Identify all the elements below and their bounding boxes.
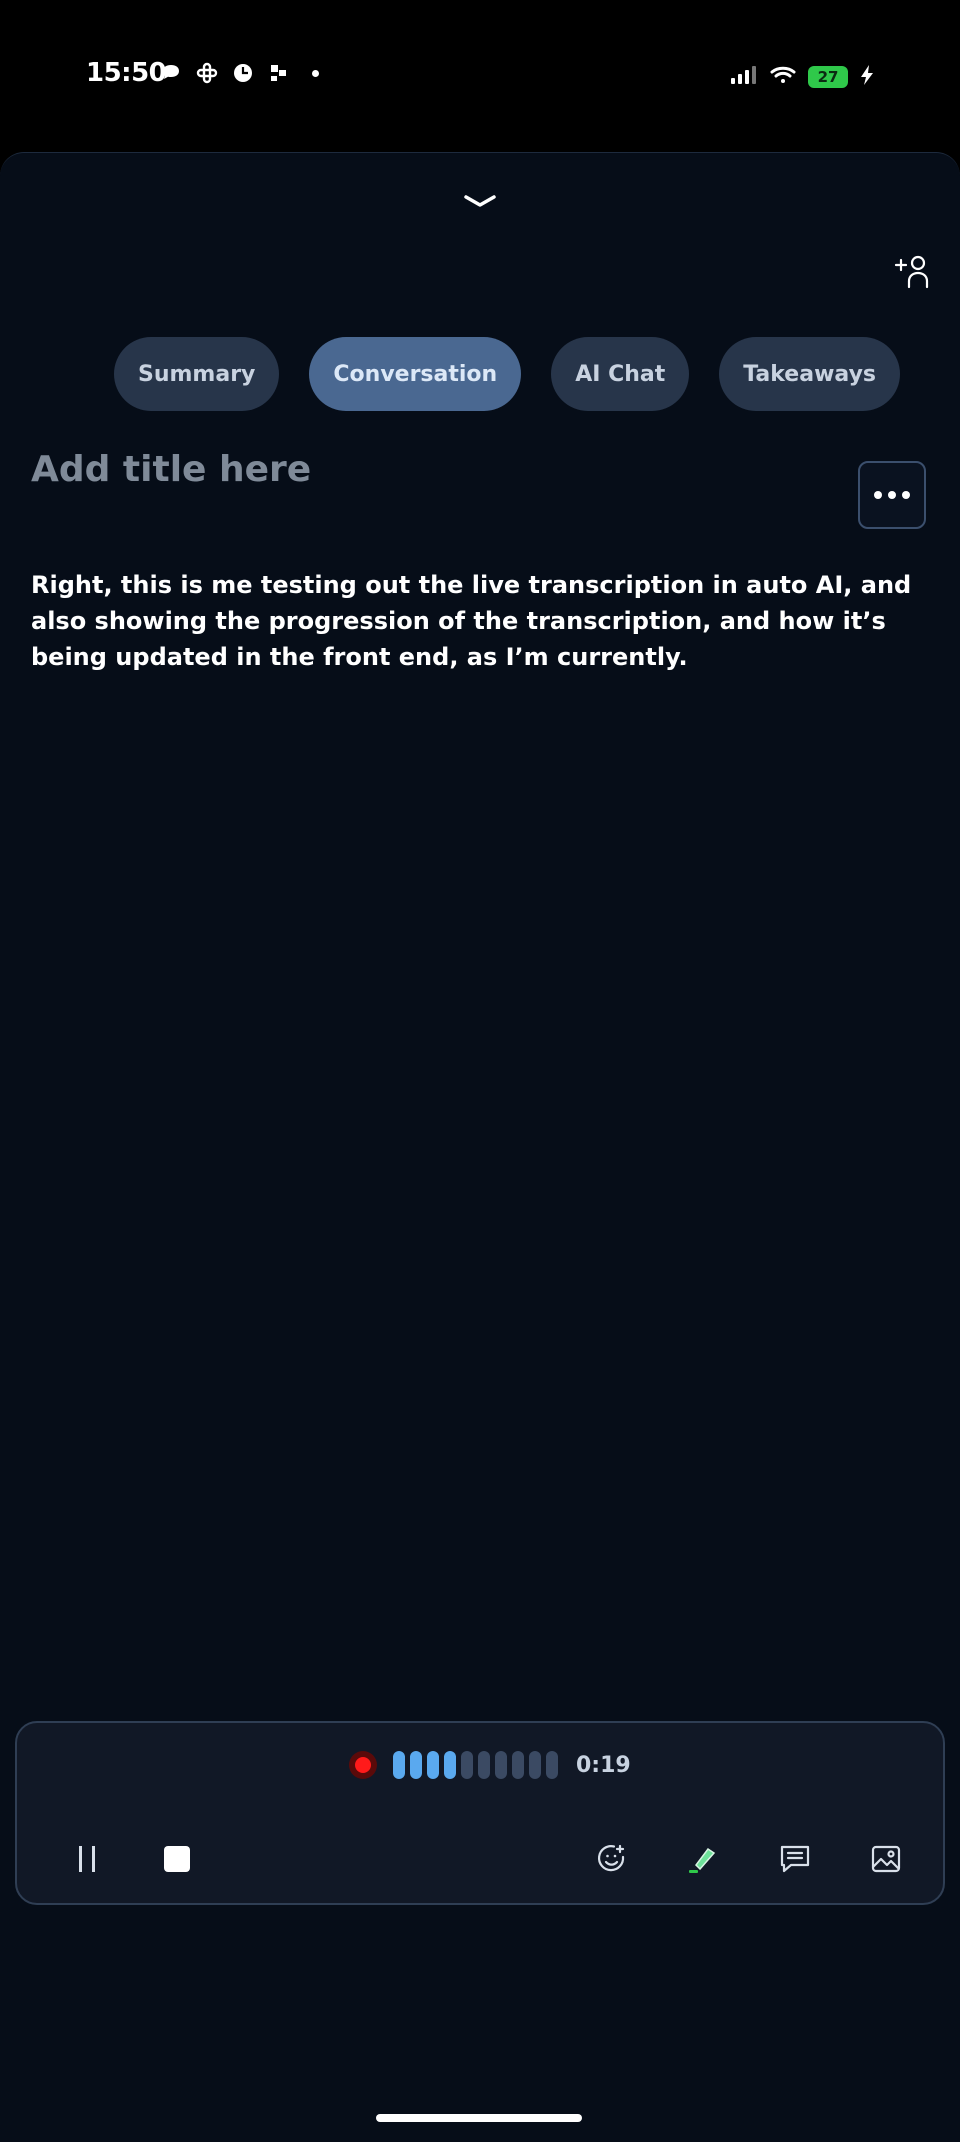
stop-icon[interactable] — [153, 1835, 201, 1883]
level-bar — [495, 1751, 507, 1779]
emoji-reaction-icon[interactable] — [588, 1835, 636, 1883]
add-image-icon[interactable] — [862, 1835, 910, 1883]
highlight-marker-icon[interactable] — [679, 1835, 727, 1883]
level-bar — [461, 1751, 473, 1779]
dot-icon — [312, 69, 319, 77]
tab-ai-chat[interactable]: AI Chat — [551, 337, 690, 411]
system-icons: 27 — [730, 64, 874, 90]
home-indicator[interactable] — [376, 2114, 582, 2122]
recorder-panel: 0:19 — [15, 1721, 945, 1905]
level-bar — [478, 1751, 490, 1779]
recording-indicator-icon — [349, 1751, 377, 1779]
app-icon — [268, 62, 290, 84]
level-bar — [393, 1751, 405, 1779]
comment-icon[interactable] — [771, 1835, 819, 1883]
slack-icon — [196, 62, 218, 84]
more-options-button[interactable] — [858, 461, 926, 529]
level-bar — [529, 1751, 541, 1779]
level-bar — [512, 1751, 524, 1779]
notification-icons — [160, 62, 319, 84]
add-participant-icon[interactable] — [892, 251, 932, 291]
recording-status: 0:19 — [349, 1751, 631, 1779]
timer-icon — [232, 62, 254, 84]
chat-bubble-icon — [160, 62, 182, 84]
tab-conversation[interactable]: Conversation — [309, 337, 522, 411]
tab-takeaways[interactable]: Takeaways — [719, 337, 901, 411]
status-time: 15:50 — [86, 58, 167, 88]
level-bar — [444, 1751, 456, 1779]
audio-level-meter — [393, 1751, 558, 1779]
level-bar — [410, 1751, 422, 1779]
level-bar — [546, 1751, 558, 1779]
tab-summary[interactable]: Summary — [114, 337, 280, 411]
pause-icon[interactable] — [63, 1835, 111, 1883]
transcript-text: Right, this is me testing out the live t… — [31, 571, 912, 671]
signal-icon — [730, 65, 758, 89]
title-input[interactable]: Add title here — [31, 449, 311, 490]
wifi-icon — [770, 65, 796, 89]
charging-icon — [860, 64, 874, 90]
chevron-down-icon[interactable] — [458, 189, 502, 213]
battery-icon: 27 — [808, 66, 848, 88]
more-dots-icon — [874, 491, 882, 499]
level-bar — [427, 1751, 439, 1779]
status-bar: 15:50 27 — [0, 0, 960, 150]
tab-bar: Summary Conversation AI Chat Takeaways — [114, 337, 901, 411]
elapsed-time: 0:19 — [576, 1752, 631, 1778]
